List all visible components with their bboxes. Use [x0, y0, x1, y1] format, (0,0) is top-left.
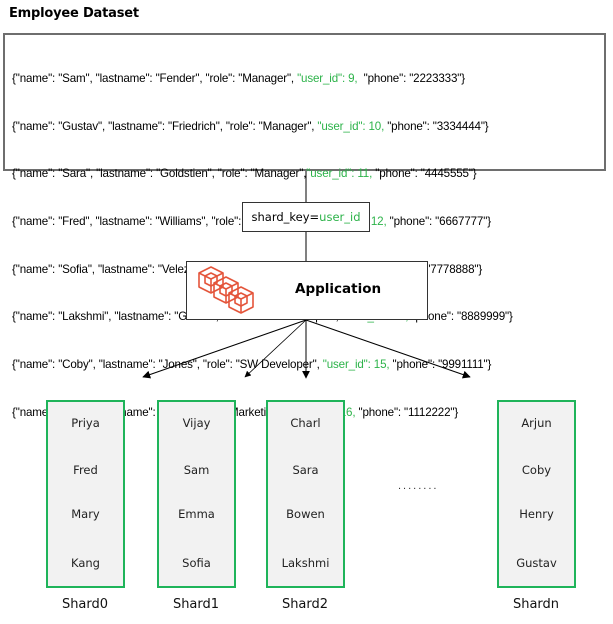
shard-record: Kang [71, 556, 100, 570]
shard-record: Vijay [182, 416, 211, 430]
shard-key-box: shard_key= user_id [242, 202, 370, 232]
shard-record: Sofia [182, 556, 211, 570]
shard-key-value: user_id [319, 210, 361, 224]
more-shards-ellipsis: ........ [398, 480, 439, 492]
arrow-to-shard1 [244, 319, 307, 378]
shard-record: Priya [71, 416, 100, 430]
shard-record: Coby [521, 463, 552, 477]
shard-record: Gustav [516, 556, 557, 570]
shard-record: Fred [73, 463, 98, 477]
shard-record: Emma [178, 507, 215, 521]
application-box: Application [186, 261, 428, 320]
shard-key-label: shard_key= [251, 210, 320, 224]
shard-box: Vijay Sam Emma Sofia [157, 400, 236, 588]
shard-record: Arjun [521, 416, 552, 430]
shard-label: Shard1 [172, 597, 220, 612]
arrow-to-shardn [305, 319, 471, 379]
shard-box: Charl Sara Bowen Lakshmi [266, 400, 345, 588]
shard-record: Sara [292, 463, 319, 477]
shard-record: Bowen [286, 507, 325, 521]
shard-label: Shard2 [281, 597, 329, 612]
shard-label: Shardn [512, 597, 560, 612]
shard-box: Priya Fred Mary Kang [46, 400, 125, 588]
shard-label: Shard0 [61, 597, 109, 612]
application-label: Application [295, 281, 382, 297]
shard-record: Charl [290, 416, 321, 430]
shard-record: Sam [183, 463, 210, 477]
shard-record: Henry [519, 507, 554, 521]
arrow-to-shard0 [142, 319, 307, 379]
shard-record: Mary [71, 507, 100, 521]
shard-box: Arjun Coby Henry Gustav [497, 400, 576, 588]
shard-record: Lakshmi [281, 556, 330, 570]
cubes-icon [198, 266, 254, 314]
